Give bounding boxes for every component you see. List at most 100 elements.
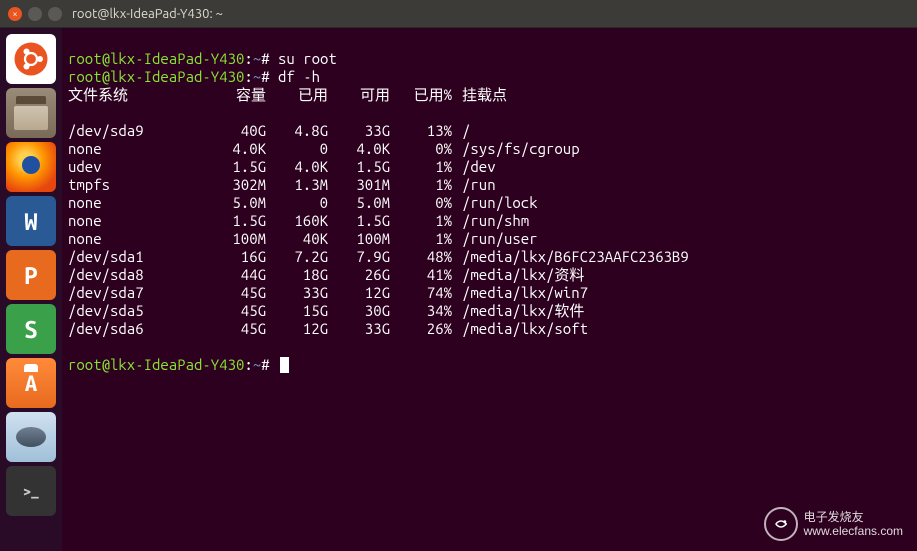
- df-cell-size: 45G: [204, 302, 266, 320]
- maximize-button[interactable]: [48, 7, 62, 21]
- df-row: none1.5G160K1.5G1%/run/shm: [68, 212, 911, 230]
- prompt-user: root@lkx-IdeaPad-Y430: [68, 50, 244, 67]
- watermark-brand: 电子发烧友: [804, 510, 903, 524]
- df-cell-mount: /: [452, 122, 470, 140]
- df-row: /dev/sda745G33G12G74%/media/lkx/win7: [68, 284, 911, 302]
- df-cell-avail: 26G: [328, 266, 390, 284]
- window-title: root@lkx-IdeaPad-Y430: ~: [72, 7, 223, 21]
- df-cell-pct: 1%: [390, 158, 452, 176]
- df-header-mount: 挂载点: [452, 86, 507, 104]
- df-cell-size: 1.5G: [204, 212, 266, 230]
- df-cell-pct: 1%: [390, 176, 452, 194]
- launcher-wps-spreadsheet-icon[interactable]: S: [6, 304, 56, 354]
- df-cell-avail: 30G: [328, 302, 390, 320]
- launcher-wps-writer-icon[interactable]: W: [6, 196, 56, 246]
- df-cell-fs: none: [68, 230, 204, 248]
- window-controls: ×: [8, 7, 62, 21]
- df-cell-used: 4.8G: [266, 122, 328, 140]
- terminal-output[interactable]: root@lkx-IdeaPad-Y430:~# su root root@lk…: [62, 28, 917, 551]
- df-cell-fs: none: [68, 140, 204, 158]
- df-cell-used: 0: [266, 140, 328, 158]
- df-header-used: 已用: [266, 86, 328, 104]
- df-cell-size: 4.0K: [204, 140, 266, 158]
- launcher-dash-icon[interactable]: [6, 34, 56, 84]
- df-header-avail: 可用: [328, 86, 390, 104]
- df-row: /dev/sda645G12G33G26%/media/lkx/soft: [68, 320, 911, 338]
- df-cell-mount: /run/lock: [452, 194, 538, 212]
- launcher-wps-presentation-icon[interactable]: P: [6, 250, 56, 300]
- watermark: 电子发烧友 www.elecfans.com: [764, 507, 903, 541]
- df-cell-used: 12G: [266, 320, 328, 338]
- df-cell-fs: udev: [68, 158, 204, 176]
- df-cell-pct: 0%: [390, 140, 452, 158]
- df-cell-pct: 13%: [390, 122, 452, 140]
- df-cell-fs: none: [68, 194, 204, 212]
- df-cell-fs: /dev/sda6: [68, 320, 204, 338]
- df-cell-fs: tmpfs: [68, 176, 204, 194]
- df-header-fs: 文件系统: [68, 86, 204, 104]
- df-row: /dev/sda940G4.8G33G13%/: [68, 122, 911, 140]
- df-cell-fs: /dev/sda7: [68, 284, 204, 302]
- df-cell-pct: 34%: [390, 302, 452, 320]
- prompt-line: root@lkx-IdeaPad-Y430:~#: [68, 356, 289, 373]
- df-row: /dev/sda545G15G30G34%/media/lkx/软件: [68, 302, 911, 320]
- df-cell-avail: 5.0M: [328, 194, 390, 212]
- prompt-user: root@lkx-IdeaPad-Y430: [68, 68, 244, 85]
- launcher-disk-icon[interactable]: [6, 412, 56, 462]
- launcher-files-icon[interactable]: [6, 88, 56, 138]
- df-cell-mount: /dev: [452, 158, 496, 176]
- df-row: /dev/sda844G18G26G41%/media/lkx/资料: [68, 266, 911, 284]
- titlebar: × root@lkx-IdeaPad-Y430: ~: [0, 0, 917, 28]
- minimize-button[interactable]: [28, 7, 42, 21]
- df-cell-used: 18G: [266, 266, 328, 284]
- df-cell-avail: 4.0K: [328, 140, 390, 158]
- df-cell-used: 15G: [266, 302, 328, 320]
- df-row: none5.0M05.0M0%/run/lock: [68, 194, 911, 212]
- df-cell-mount: /media/lkx/B6FC23AAFC2363B9: [452, 248, 689, 266]
- df-cell-avail: 33G: [328, 320, 390, 338]
- df-cell-mount: /run/shm: [452, 212, 529, 230]
- df-cell-mount: /run/user: [452, 230, 538, 248]
- df-header-pct: 已用%: [390, 86, 452, 104]
- watermark-icon: [764, 507, 798, 541]
- df-cell-size: 44G: [204, 266, 266, 284]
- df-cell-size: 40G: [204, 122, 266, 140]
- launcher-software-center-icon[interactable]: [6, 358, 56, 408]
- launcher-terminal-icon[interactable]: >_: [6, 466, 56, 516]
- prompt-line: root@lkx-IdeaPad-Y430:~# df -h: [68, 68, 320, 85]
- df-cell-used: 160K: [266, 212, 328, 230]
- df-cell-mount: /sys/fs/cgroup: [452, 140, 580, 158]
- df-cell-avail: 100M: [328, 230, 390, 248]
- prompt-line: root@lkx-IdeaPad-Y430:~# su root: [68, 50, 337, 67]
- df-cell-avail: 301M: [328, 176, 390, 194]
- df-cell-pct: 1%: [390, 230, 452, 248]
- df-cell-pct: 1%: [390, 212, 452, 230]
- df-cell-avail: 12G: [328, 284, 390, 302]
- prompt-path: ~: [253, 68, 261, 85]
- df-cell-avail: 7.9G: [328, 248, 390, 266]
- df-row: tmpfs302M1.3M301M1%/run: [68, 176, 911, 194]
- df-cell-used: 33G: [266, 284, 328, 302]
- df-cell-size: 5.0M: [204, 194, 266, 212]
- df-cell-used: 7.2G: [266, 248, 328, 266]
- df-header-size: 容量: [204, 86, 266, 104]
- df-cell-fs: /dev/sda8: [68, 266, 204, 284]
- df-cell-pct: 74%: [390, 284, 452, 302]
- df-row: /dev/sda116G7.2G7.9G48%/media/lkx/B6FC23…: [68, 248, 911, 266]
- df-row: udev1.5G4.0K1.5G1%/dev: [68, 158, 911, 176]
- df-cell-fs: /dev/sda1: [68, 248, 204, 266]
- prompt-path: ~: [253, 50, 261, 67]
- prompt-user: root@lkx-IdeaPad-Y430: [68, 356, 244, 373]
- df-cell-avail: 33G: [328, 122, 390, 140]
- close-button[interactable]: ×: [8, 7, 22, 21]
- launcher-firefox-icon[interactable]: [6, 142, 56, 192]
- df-cell-size: 45G: [204, 284, 266, 302]
- df-cell-mount: /run: [452, 176, 496, 194]
- df-cell-pct: 0%: [390, 194, 452, 212]
- df-cell-used: 1.3M: [266, 176, 328, 194]
- df-cell-size: 16G: [204, 248, 266, 266]
- df-cell-fs: /dev/sda9: [68, 122, 204, 140]
- df-cell-avail: 1.5G: [328, 212, 390, 230]
- df-row: none100M40K100M1%/run/user: [68, 230, 911, 248]
- df-cell-fs: none: [68, 212, 204, 230]
